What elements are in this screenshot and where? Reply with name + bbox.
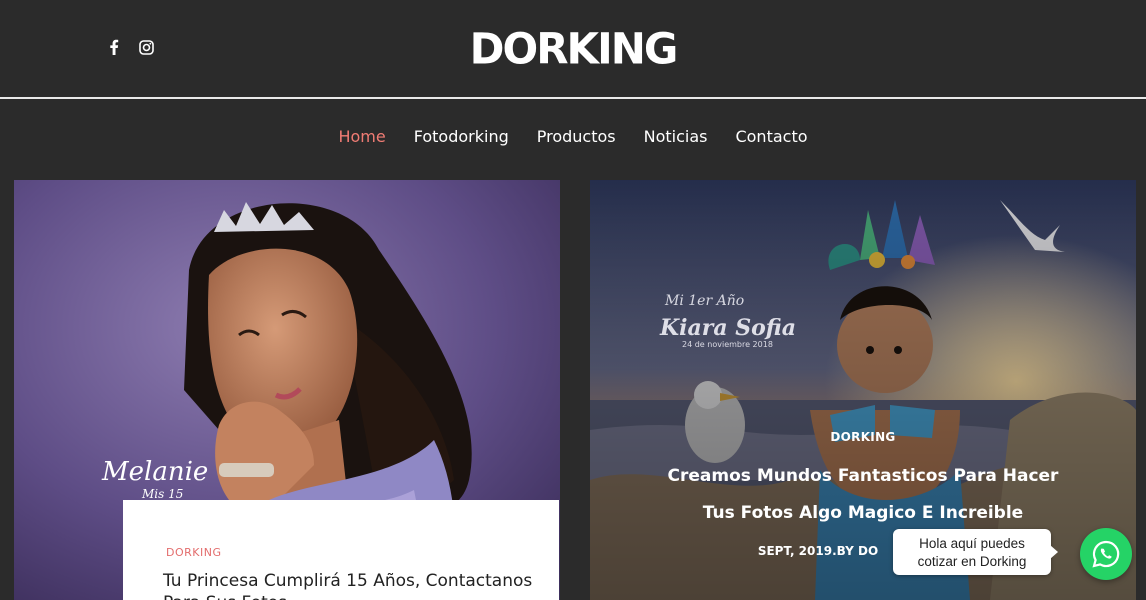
- main-nav: Home Fotodorking Productos Noticias Cont…: [0, 127, 1146, 146]
- post-category[interactable]: DORKING: [590, 430, 1136, 444]
- post-caption-box: DORKING Tu Princesa Cumplirá 15 Años, Co…: [123, 500, 559, 600]
- whatsapp-icon: [1092, 540, 1120, 568]
- header-divider: [0, 97, 1146, 99]
- whatsapp-button[interactable]: [1080, 528, 1132, 580]
- image-watermark-text: Mi 1er Año: [664, 293, 744, 309]
- whatsapp-chat-bubble[interactable]: Hola aquí puedes cotizar en Dorking: [893, 529, 1058, 575]
- whatsapp-bubble-line1: Hola aquí puedes: [919, 536, 1025, 551]
- post-category[interactable]: DORKING: [166, 546, 221, 559]
- svg-text:Mis 15: Mis 15: [141, 487, 183, 501]
- svg-text:Kiara Sofia: Kiara Sofia: [659, 315, 796, 341]
- nav-item-noticias[interactable]: Noticias: [630, 127, 722, 146]
- post-overlay: DORKING Creamos Mundos Fantasticos Para …: [590, 430, 1136, 558]
- post-card-mundos-fantasticos[interactable]: Mi 1er Año Kiara Sofia 24 de noviembre 2…: [590, 180, 1136, 600]
- nav-item-contacto[interactable]: Contacto: [721, 127, 821, 146]
- image-signature-text: Melanie: [101, 457, 208, 487]
- post-title[interactable]: Tu Princesa Cumplirá 15 Años, Contactano…: [163, 570, 543, 600]
- whatsapp-bubble-line2: cotizar en Dorking: [917, 554, 1027, 569]
- post-title[interactable]: Creamos Mundos Fantasticos Para Hacer Tu…: [590, 458, 1136, 532]
- nav-item-productos[interactable]: Productos: [523, 127, 630, 146]
- site-logo[interactable]: DORKING: [0, 24, 1146, 74]
- nav-item-home[interactable]: Home: [324, 127, 399, 146]
- site-header: DORKING: [0, 0, 1146, 99]
- nav-item-fotodorking[interactable]: Fotodorking: [400, 127, 523, 146]
- svg-text:24 de noviembre 2018: 24 de noviembre 2018: [682, 340, 773, 349]
